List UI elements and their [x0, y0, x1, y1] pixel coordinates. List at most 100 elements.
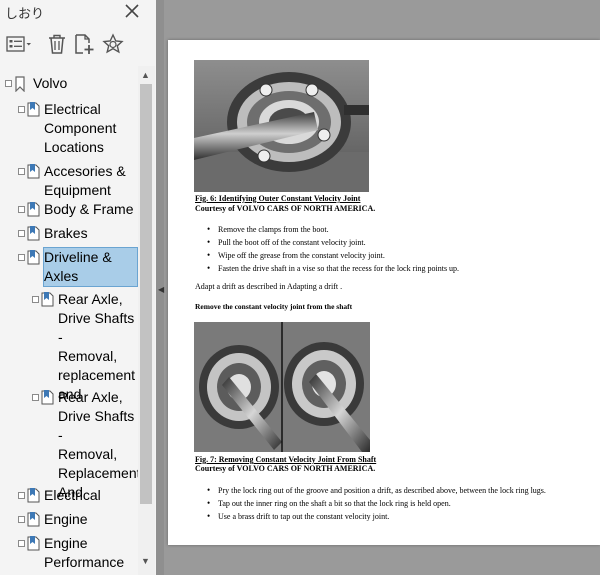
bookmark-label-line: Rear Axle, [58, 291, 123, 307]
bookmark-label-line: Engine [44, 535, 88, 551]
bookmark-item[interactable]: Accesories & Equipment [0, 162, 138, 202]
scroll-down-arrow-icon[interactable]: ▼ [141, 556, 150, 566]
bookmark-item[interactable]: Engine [0, 510, 138, 531]
list-item: Remove the clamps from the boot. [205, 223, 459, 236]
bookmark-label-line: Removal, [58, 348, 118, 364]
find-bookmark-icon [102, 33, 124, 54]
bookmark-page-icon [41, 390, 55, 410]
figure-6-caption: Fig. 6: Identifying Outer Constant Veloc… [195, 194, 361, 203]
list-item: Use a brass drift to tap out the constan… [205, 510, 546, 523]
collapse-panel-arrow-icon[interactable]: ◀ [158, 285, 164, 294]
bookmark-label: Engine Performance [44, 534, 124, 572]
bookmark-label-line: Electrical [44, 101, 101, 117]
expand-toggle-icon[interactable] [32, 296, 39, 303]
bookmark-root[interactable]: Volvo [0, 74, 138, 95]
list-item: Tap out the inner ring on the shaft a bi… [205, 497, 546, 510]
panel-title: しおり [5, 6, 45, 21]
bookmark-item[interactable]: Driveline & Axles [0, 247, 138, 288]
bookmark-item[interactable]: Rear Axle, Drive Shafts - Removal, replacem… [0, 290, 138, 402]
bookmark-page-icon [27, 102, 41, 122]
bookmark-page-icon [27, 512, 41, 532]
bookmark-label-line: Engine [44, 511, 88, 527]
figure-6-image [194, 60, 369, 192]
bookmark-page-icon [41, 292, 55, 312]
bookmark-item[interactable]: Engine Performance [0, 534, 138, 574]
scroll-up-arrow-icon[interactable]: ▲ [141, 70, 150, 80]
options-menu-icon [6, 36, 31, 52]
list-item: Pull the boot off of the constant veloci… [205, 236, 459, 249]
expand-toggle-icon[interactable] [18, 206, 25, 213]
expand-toggle-icon[interactable] [5, 80, 12, 87]
document-page: Fig. 6: Identifying Outer Constant Veloc… [168, 40, 600, 545]
expand-toggle-icon[interactable] [18, 492, 25, 499]
bookmark-item[interactable]: Electrical [0, 486, 138, 507]
expand-toggle-icon[interactable] [18, 540, 25, 547]
bookmark-item[interactable]: Rear Axle, Drive Shafts - Removal, Replacem… [0, 388, 141, 500]
bookmark-label-line: Body & Frame [44, 201, 134, 217]
bookmark-page-icon [27, 202, 41, 222]
bookmark-item[interactable]: Body & Frame [0, 200, 138, 221]
list-item: Fasten the drive shaft in a vise so that… [205, 262, 459, 275]
bookmark-label-line: Replacement [58, 465, 141, 481]
bookmark-label-line: Driveline & [44, 249, 112, 265]
step-list-1: Remove the clamps from the boot.Pull the… [205, 223, 459, 275]
delete-bookmark-button[interactable] [46, 32, 68, 56]
bookmark-label: Electrical Component Locations [44, 100, 116, 157]
bookmark-tree: Volvo Electrical Component Locations Accesor… [0, 66, 141, 575]
bookmark-label: Rear Axle, Drive Shafts - Removal, replacem… [58, 290, 138, 404]
paragraph-adapt-drift: Adapt a drift as described in Adapting a… [195, 282, 343, 291]
bookmark-label: Volvo [33, 75, 68, 91]
bookmarks-toolbar [0, 30, 156, 60]
step-list-2: Pry the lock ring out of the groove and … [205, 484, 546, 523]
find-bookmark-button[interactable] [100, 32, 126, 56]
expand-toggle-icon[interactable] [18, 516, 25, 523]
bookmark-label: Driveline & Axles [43, 247, 138, 287]
expand-toggle-icon[interactable] [18, 106, 25, 113]
options-menu-button[interactable] [5, 32, 33, 56]
figure-7-credit: Courtesy of VOLVO CARS OF NORTH AMERICA. [195, 464, 376, 473]
bookmark-label-line: Drive Shafts - [58, 310, 135, 345]
bookmarks-panel: しおり Volvo Electrical Component Locations… [0, 0, 156, 575]
expand-toggle-icon[interactable] [18, 254, 25, 261]
bookmark-item[interactable]: Electrical Component Locations [0, 100, 138, 159]
close-panel-button[interactable] [123, 2, 141, 20]
bookmark-label-line: Drive Shafts - [58, 408, 135, 443]
bookmark-ribbon-icon [14, 76, 26, 97]
bookmarks-scrollbar[interactable]: ▲ ▼ [138, 66, 155, 575]
list-item: Wipe off the grease from the constant ve… [205, 249, 459, 262]
figure-7-caption: Fig. 7: Removing Constant Velocity Joint… [195, 455, 377, 464]
paragraph-remove-joint: Remove the constant velocity joint from … [195, 302, 353, 311]
bookmark-label-line: replacement [58, 367, 136, 383]
add-bookmark-icon [75, 34, 94, 54]
bookmark-page-icon [27, 226, 41, 246]
bookmark-label-line: Performance [44, 554, 125, 570]
bookmark-item[interactable]: Brakes [0, 224, 138, 245]
bookmark-label: Electrical [44, 486, 101, 505]
bookmark-page-icon [27, 250, 41, 270]
bookmark-label-line: Removal, [58, 446, 118, 462]
bookmark-page-icon [27, 488, 41, 508]
figure-6-credit: Courtesy of VOLVO CARS OF NORTH AMERICA. [195, 204, 376, 213]
list-item: Pry the lock ring out of the groove and … [205, 484, 546, 497]
bookmark-page-icon [27, 164, 41, 184]
scrollbar-thumb[interactable] [140, 84, 152, 504]
expand-toggle-icon[interactable] [32, 394, 39, 401]
bookmark-label-line: Rear Axle, [58, 389, 123, 405]
bookmark-label: Rear Axle, Drive Shafts - Removal, Replacem… [58, 388, 141, 502]
bookmark-label: Brakes [44, 224, 88, 243]
bookmark-label: Accesories & Equipment [44, 162, 126, 200]
expand-toggle-icon[interactable] [18, 230, 25, 237]
bookmark-label-line: Electrical [44, 487, 101, 503]
bookmark-page-icon [27, 536, 41, 556]
trash-icon [49, 34, 65, 54]
panel-header: しおり [0, 0, 156, 24]
close-icon [125, 4, 139, 18]
expand-toggle-icon[interactable] [18, 168, 25, 175]
bookmark-label-line: Equipment [44, 182, 111, 198]
new-bookmark-button[interactable] [72, 32, 96, 56]
bookmark-label: Engine [44, 510, 88, 529]
bookmark-label-line: Locations [44, 139, 104, 155]
figure-7-image [194, 322, 370, 452]
bookmark-label: Body & Frame [44, 200, 133, 219]
bookmark-label-line: Axles [44, 268, 79, 284]
